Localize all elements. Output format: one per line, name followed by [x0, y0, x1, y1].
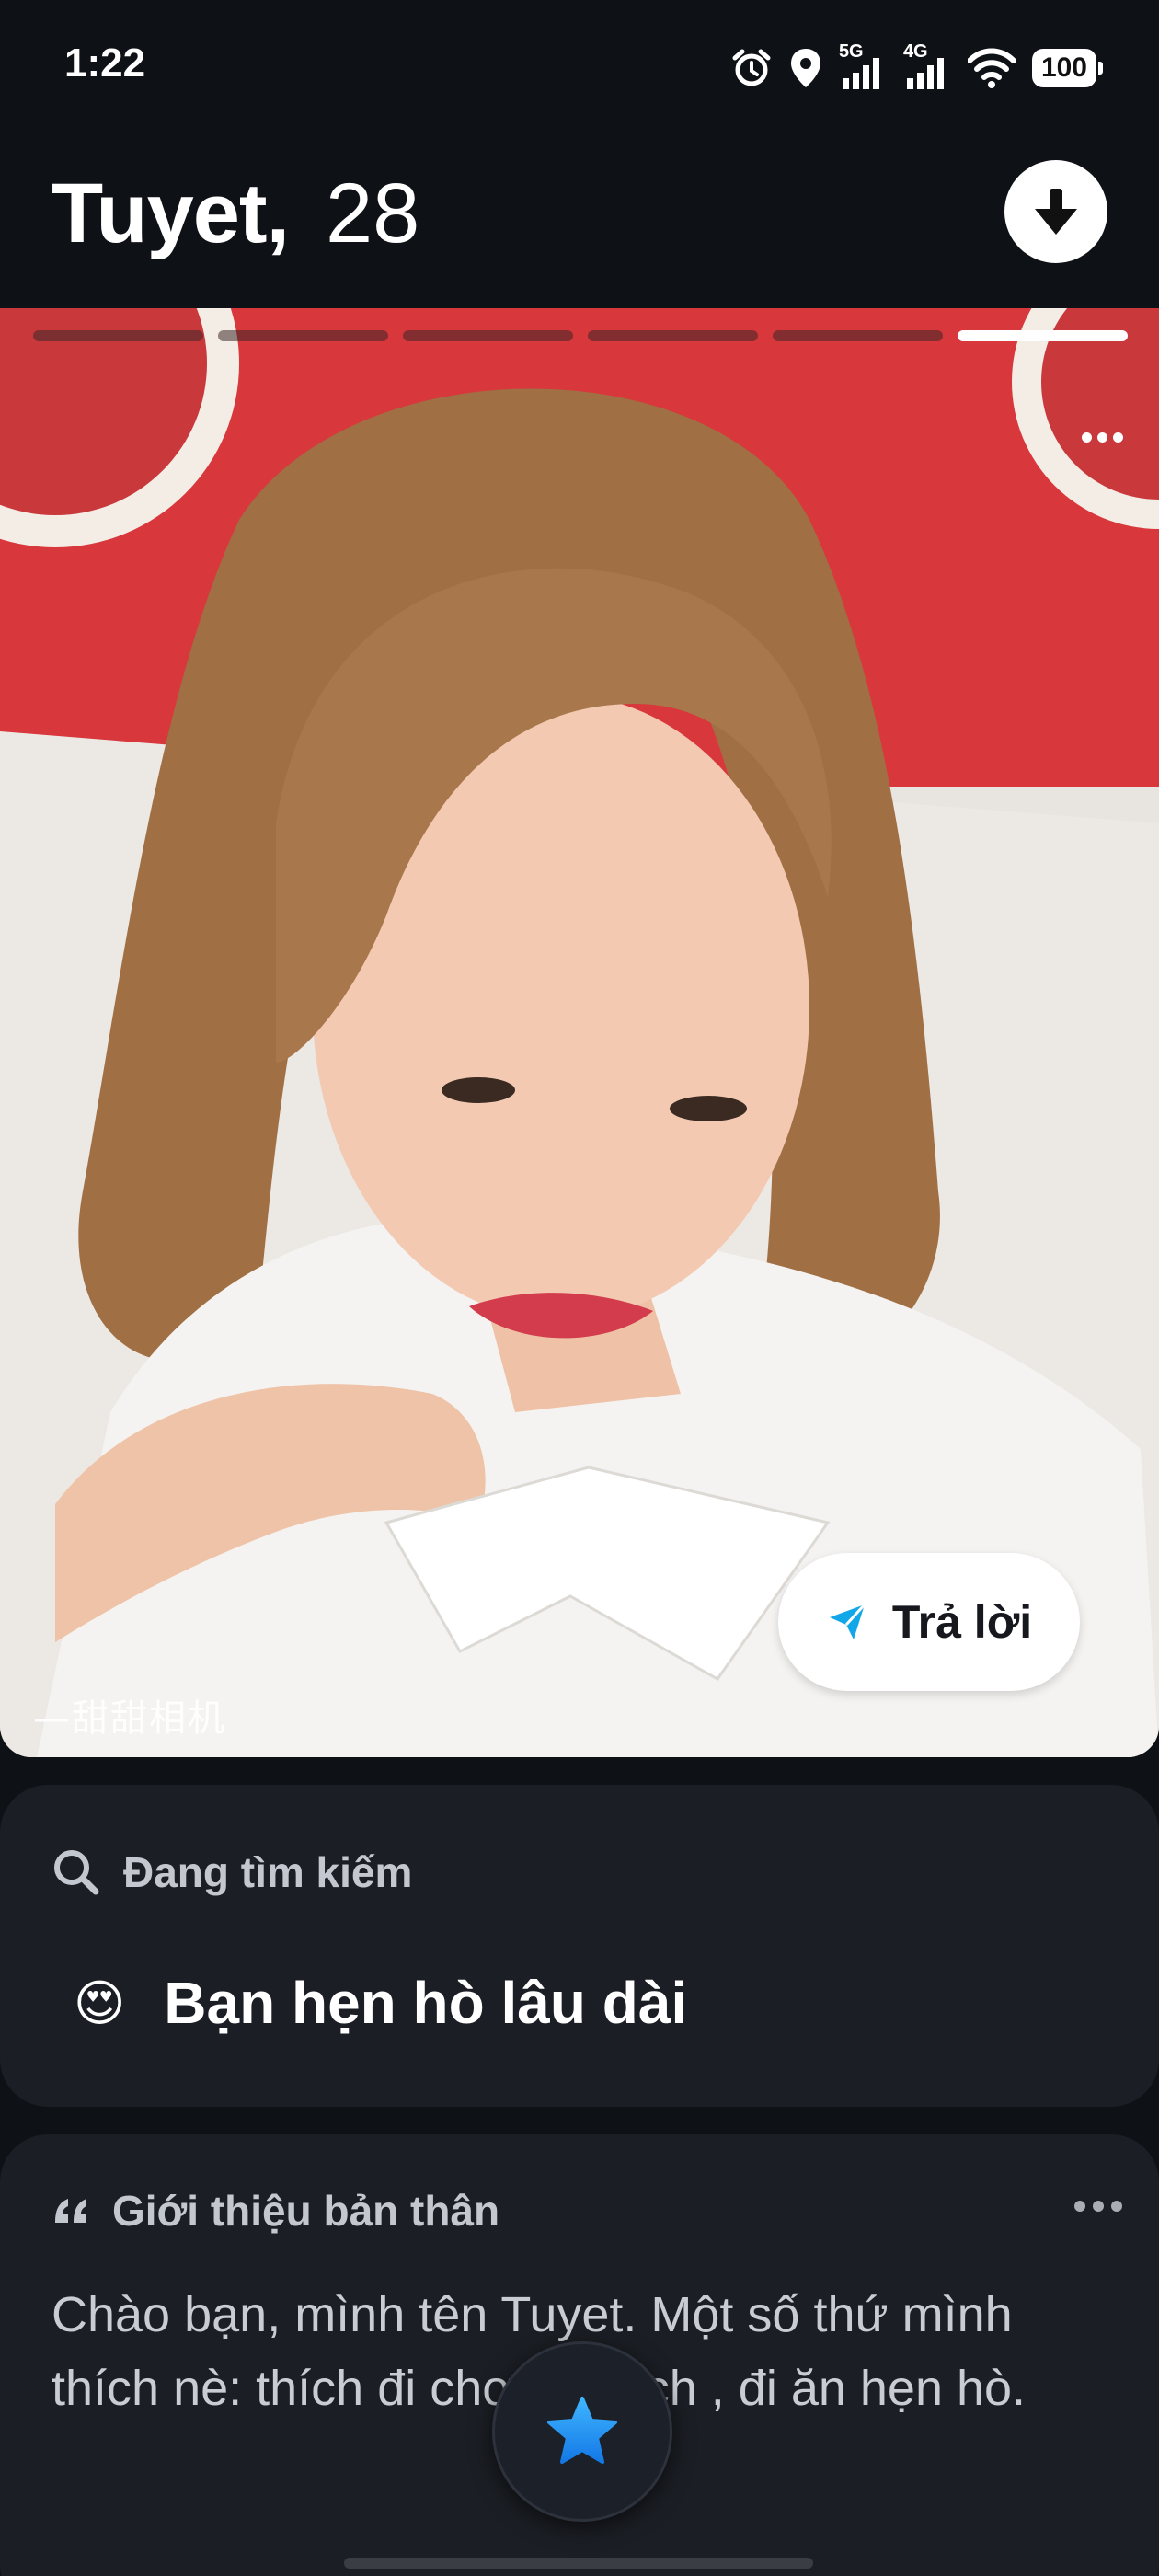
photo-progress-segment-active[interactable]: [958, 330, 1128, 341]
quote-icon: [55, 2199, 86, 2223]
looking-for-card: Đang tìm kiếm 😍 Bạn hẹn hò lâu dài: [0, 1785, 1159, 2107]
profile-screen: 1:22 5G 4G 100 Tuyet, 28 —甜甜相机 Trả lời Đ…: [0, 0, 1159, 2576]
status-bar: 1:22 5G 4G 100: [0, 0, 1159, 138]
photo-progress-segment[interactable]: [403, 330, 573, 341]
reply-button[interactable]: Trả lời: [778, 1553, 1080, 1691]
arrow-down-icon: [1035, 189, 1077, 235]
photo-progress-bars: [33, 330, 1128, 341]
wifi-icon: [967, 48, 1016, 88]
status-time: 1:22: [64, 40, 146, 86]
alarm-icon: [730, 47, 773, 89]
photo-progress-segment[interactable]: [588, 330, 758, 341]
signal-4g-icon: 4G: [903, 41, 951, 91]
looking-for-value: 😍 Bạn hẹn hò lâu dài: [74, 1969, 687, 2037]
about-more-options-icon[interactable]: [1074, 2201, 1122, 2212]
looking-for-heading: Đang tìm kiếm: [52, 1847, 412, 1897]
home-indicator[interactable]: [344, 2558, 813, 2569]
about-heading: Giới thiệu bản thân: [52, 2186, 499, 2236]
looking-for-heading-label: Đang tìm kiếm: [123, 1848, 413, 1896]
profile-header: Tuyet, 28: [0, 147, 1159, 304]
location-icon: [789, 47, 822, 89]
reply-label: Trả lời: [891, 1596, 1033, 1648]
looking-for-value-label: Bạn hẹn hò lâu dài: [164, 1970, 688, 2036]
profile-age: 28: [326, 167, 420, 260]
photo-more-options-icon[interactable]: [1082, 428, 1133, 446]
photo-watermark: —甜甜相机: [33, 1697, 226, 1740]
star-icon: [547, 2397, 617, 2464]
search-icon: [54, 1850, 99, 1895]
about-heading-label: Giới thiệu bản thân: [112, 2187, 500, 2235]
photo-progress-segment[interactable]: [33, 330, 203, 341]
photo-image: [0, 308, 1159, 1757]
photo-progress-segment[interactable]: [218, 330, 388, 341]
super-like-button[interactable]: [492, 2341, 672, 2522]
photo-progress-segment[interactable]: [773, 330, 943, 341]
profile-photo[interactable]: —甜甜相机 Trả lời: [0, 308, 1159, 1757]
heart-eyes-emoji-icon: 😍: [74, 1975, 126, 2031]
status-icons: 5G 4G 100: [730, 40, 1104, 96]
collapse-profile-button[interactable]: [1004, 160, 1107, 263]
signal-5g-icon: 5G: [839, 41, 887, 91]
profile-name: Tuyet,: [52, 167, 290, 260]
battery-icon: 100: [1031, 49, 1104, 87]
send-icon: [829, 1603, 866, 1639]
